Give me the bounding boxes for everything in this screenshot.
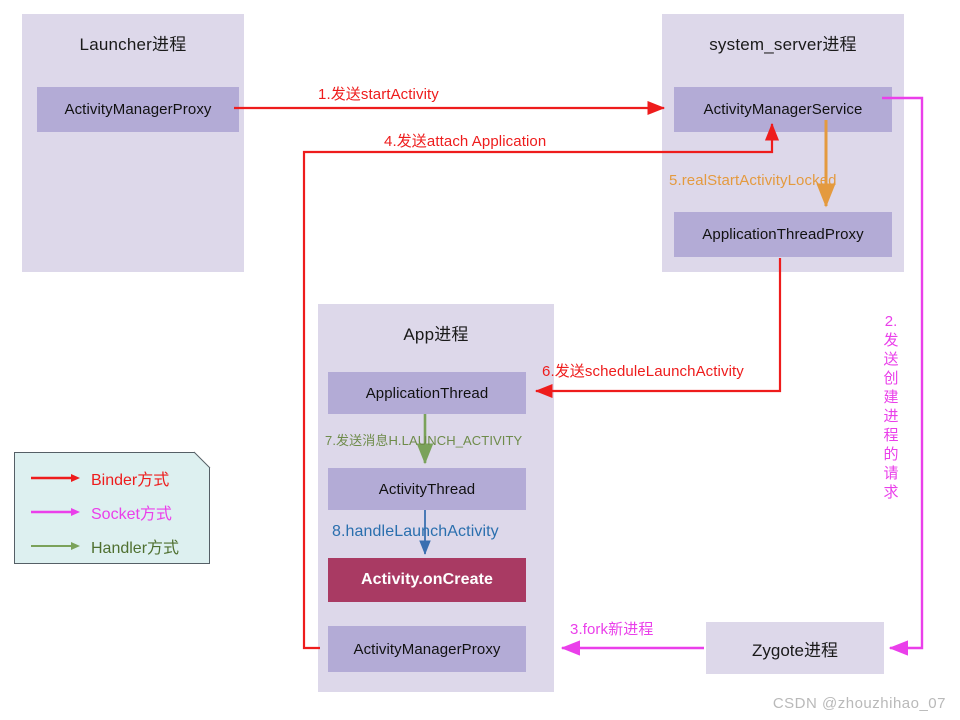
process-title-launcher: Launcher进程 [79, 35, 187, 54]
node-applicationthreadproxy[interactable]: ApplicationThreadProxy [674, 212, 892, 257]
node-activitymanagerservice[interactable]: ActivityManagerService [674, 87, 892, 132]
edge-label-2: 2.发送创建进程的请求 [883, 313, 899, 501]
process-title-system-server: system_server进程 [709, 35, 857, 54]
edge-label-4: 4.发送attach Application [384, 133, 547, 150]
legend-label-handler: Handler方式 [91, 540, 180, 557]
edge-label-7: 7.发送消息H.LAUNCH_ACTIVITY [325, 433, 523, 448]
legend-item-binder: Binder方式 [29, 467, 169, 489]
process-title-zygote: Zygote进程 [752, 640, 838, 660]
edge-label-1: 1.发送startActivity [318, 86, 439, 103]
diagram-canvas: Launcher进程 ActivityManagerProxy system_s… [0, 0, 960, 720]
watermark: CSDN @zhouzhihao_07 [772, 695, 946, 712]
legend-item-socket: Socket方式 [29, 501, 172, 523]
socket-arrow-icon [31, 508, 80, 516]
legend-box: Binder方式 Socket方式 Handler方式 [14, 451, 211, 564]
legend-label-socket: Socket方式 [91, 506, 172, 523]
edge-label-8: 8.handleLaunchActivity [332, 523, 499, 540]
node-activitythread[interactable]: ActivityThread [328, 468, 526, 510]
edge-label-6: 6.发送scheduleLaunchActivity [542, 363, 744, 380]
binder-arrow-icon [31, 474, 80, 482]
legend-label-binder: Binder方式 [91, 472, 170, 489]
node-launcher-activitymanagerproxy[interactable]: ActivityManagerProxy [37, 87, 239, 132]
process-box-launcher: Launcher进程 ActivityManagerProxy [22, 14, 244, 272]
node-applicationthread[interactable]: ApplicationThread [328, 372, 526, 414]
legend-fold-corner-icon [193, 451, 211, 469]
process-box-system-server: system_server进程 ActivityManagerService A… [662, 14, 904, 272]
edge-label-5: 5.realStartActivityLocked [669, 172, 837, 189]
handler-arrow-icon [31, 542, 80, 550]
legend-item-handler: Handler方式 [29, 535, 179, 557]
edge-label-3: 3.fork新进程 [570, 621, 654, 638]
node-activity-oncreate[interactable]: Activity.onCreate [328, 558, 526, 602]
process-box-app: App进程 ApplicationThread ActivityThread A… [318, 304, 554, 692]
node-app-activitymanagerproxy[interactable]: ActivityManagerProxy [328, 626, 526, 672]
process-title-app: App进程 [403, 325, 469, 344]
process-box-zygote: Zygote进程 [706, 622, 884, 674]
